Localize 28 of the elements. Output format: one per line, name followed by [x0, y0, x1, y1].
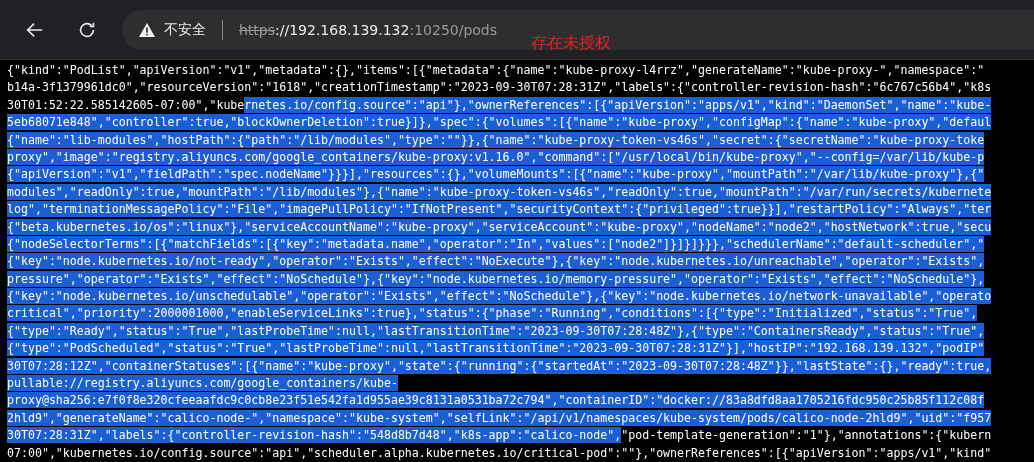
- url-text: https://192.168.139.132:10250/pods: [239, 21, 498, 38]
- json-text: {"nodeSelectorTerms":[{"matchFields":[{"key":"metadata.name","operator":"In","values":["node2"]}]}]}}},"schedulerName":"default-scheduler",": [7, 235, 985, 252]
- json-text: rnetes.io/config.source":"api"},"ownerReferences":[{"apiVersion":"apps/v1","kind":"DaemonSet","name":"kube-: [244, 96, 992, 113]
- json-text: 30T07:28:31Z","labels":{"controller-revision-hash":"548d8b7d48","k8s-app":"calico-node",: [7, 427, 622, 444]
- json-text: {"name":"lib-modules","hostPath":{"path":"/lib/modules","type":""}},{"name":"kube-proxy-token-vs46s","secret":{"secretName":"kube-proxy-toke: [7, 131, 985, 148]
- json-text: {"kind":"PodList","apiVersion":"v1","metadata":{},"items":[{"metadata":{"name":"kube-proxy-l4rrz","generateName":"kube-proxy-","namespace":": [7, 62, 985, 78]
- json-text: 30T07:28:12Z","containerStatuses":[{"name":"kube-proxy","state":{"running":{"startedAt":"2023-09-30T07:28:48Z"}},"lastState":{},"ready":true,: [7, 357, 992, 374]
- security-label: 不安全: [164, 20, 206, 39]
- json-text: {"apiVersion":"v1","fieldPath":"spec.nodeName"}}}],"resources":{},"volumeMounts":[{"name":"kube-proxy","mountPath":"/var/lib/kube-proxy"},{": [7, 166, 985, 183]
- json-text: b14a-3f1379961dc0","resourceVersion":"1618","creationTimestamp":"2023-09-30T07:28:31Z","labels":{"controller-revision-hash":"6c767c56b4","k8s: [7, 79, 992, 96]
- json-text: {"type":"Ready","status":"True","lastProbeTime":null,"lastTransitionTime":"2023-09-30T07:28:48Z"},{"type":"ContainersReady","status":"True",: [7, 322, 985, 339]
- json-text: {"key":"node.kubernetes.io/unschedulable","operator":"Exists","effect":"NoSchedule"},{"key":"node.kubernetes.io/network-unavailable","operato: [7, 288, 992, 305]
- json-text: proxy@sha256:e7f0f8e320cfeeaafdc9c0cb8e23f51e542fa1d955ae39c8131a0531ba72c794","containerID":"docker://83a8dfd8aa1705216fdc950c25b85f112c08f: [7, 392, 985, 409]
- json-text: modules","readOnly":true,"mountPath":"/lib/modules"},{"name":"kube-proxy-token-vs46s","readOnly":true,"mountPath":"/var/run/secrets/kubernete: [7, 183, 992, 200]
- json-text: pressure","operator":"Exists","effect":"NoSchedule"},{"key":"node.kubernetes.io/memory-pressure","operator":"Exists","effect":"NoSchedule"},: [7, 270, 985, 287]
- json-text: {"beta.kubernetes.io/os":"linux"},"serviceAccountName":"kube-proxy","serviceAccount":"kube-proxy","nodeName":"node2","hostNetwork":true,"secu: [7, 218, 992, 235]
- json-text: {"type":"PodScheduled","status":"True","lastProbeTime":null,"lastTransitionTime":"2023-09-30T07:28:31Z"}],"hostIP":"192.168.139.132","podIP": [7, 340, 985, 357]
- json-text: 07:00","kubernetes.io/config.source":"api","scheduler.alpha.kubernetes.io/critical-pod":""},"ownerReferences":[{"apiVersion":"apps/v1","kind": [7, 444, 992, 461]
- json-text: 5eb68071e848","controller":true,"blockOwnerDeletion":true}]},"spec":{"volumes":[{"name":"kube-proxy","configMap":{"name":"kube-proxy","defaul: [7, 114, 992, 131]
- json-text: pullable://registry.aliyuncs.com/google_containers/kube-: [7, 375, 398, 392]
- json-text: {"key":"node.kubernetes.io/not-ready","operator":"Exists","effect":"NoExecute"},{"key":"node.kubernetes.io/unreachable","operator":"Exists",: [7, 253, 985, 270]
- json-text: critical","priority":2000001000,"enableServiceLinks":true},"status":{"phase":"Running","conditions":[{"type":"Initialized","status":"True",: [7, 305, 978, 322]
- warning-icon: [138, 21, 156, 38]
- json-text: 2hld9","generateName":"calico-node-","namespace":"kube-system","selfLink":"/api/v1/namespaces/kube-system/pods/calico-node-2hld9","uid":"f957: [7, 409, 992, 426]
- json-text: "pod-template-generation":"1"},"annotations":{"kubern: [621, 427, 992, 444]
- json-text: 30T01:52:22.585142605-07:00","kube: [7, 96, 245, 113]
- json-text: proxy","image":"registry.aliyuncs.com/google_containers/kube-proxy:v1.16.0","command":["/usr/local/bin/kube-proxy","--config=/var/lib/kube-p: [7, 148, 985, 165]
- json-text: log","terminationMessagePolicy":"File","imagePullPolicy":"IfNotPresent","securityContext":{"privileged":true}}],"restartPolicy":"Always","ter: [7, 201, 992, 218]
